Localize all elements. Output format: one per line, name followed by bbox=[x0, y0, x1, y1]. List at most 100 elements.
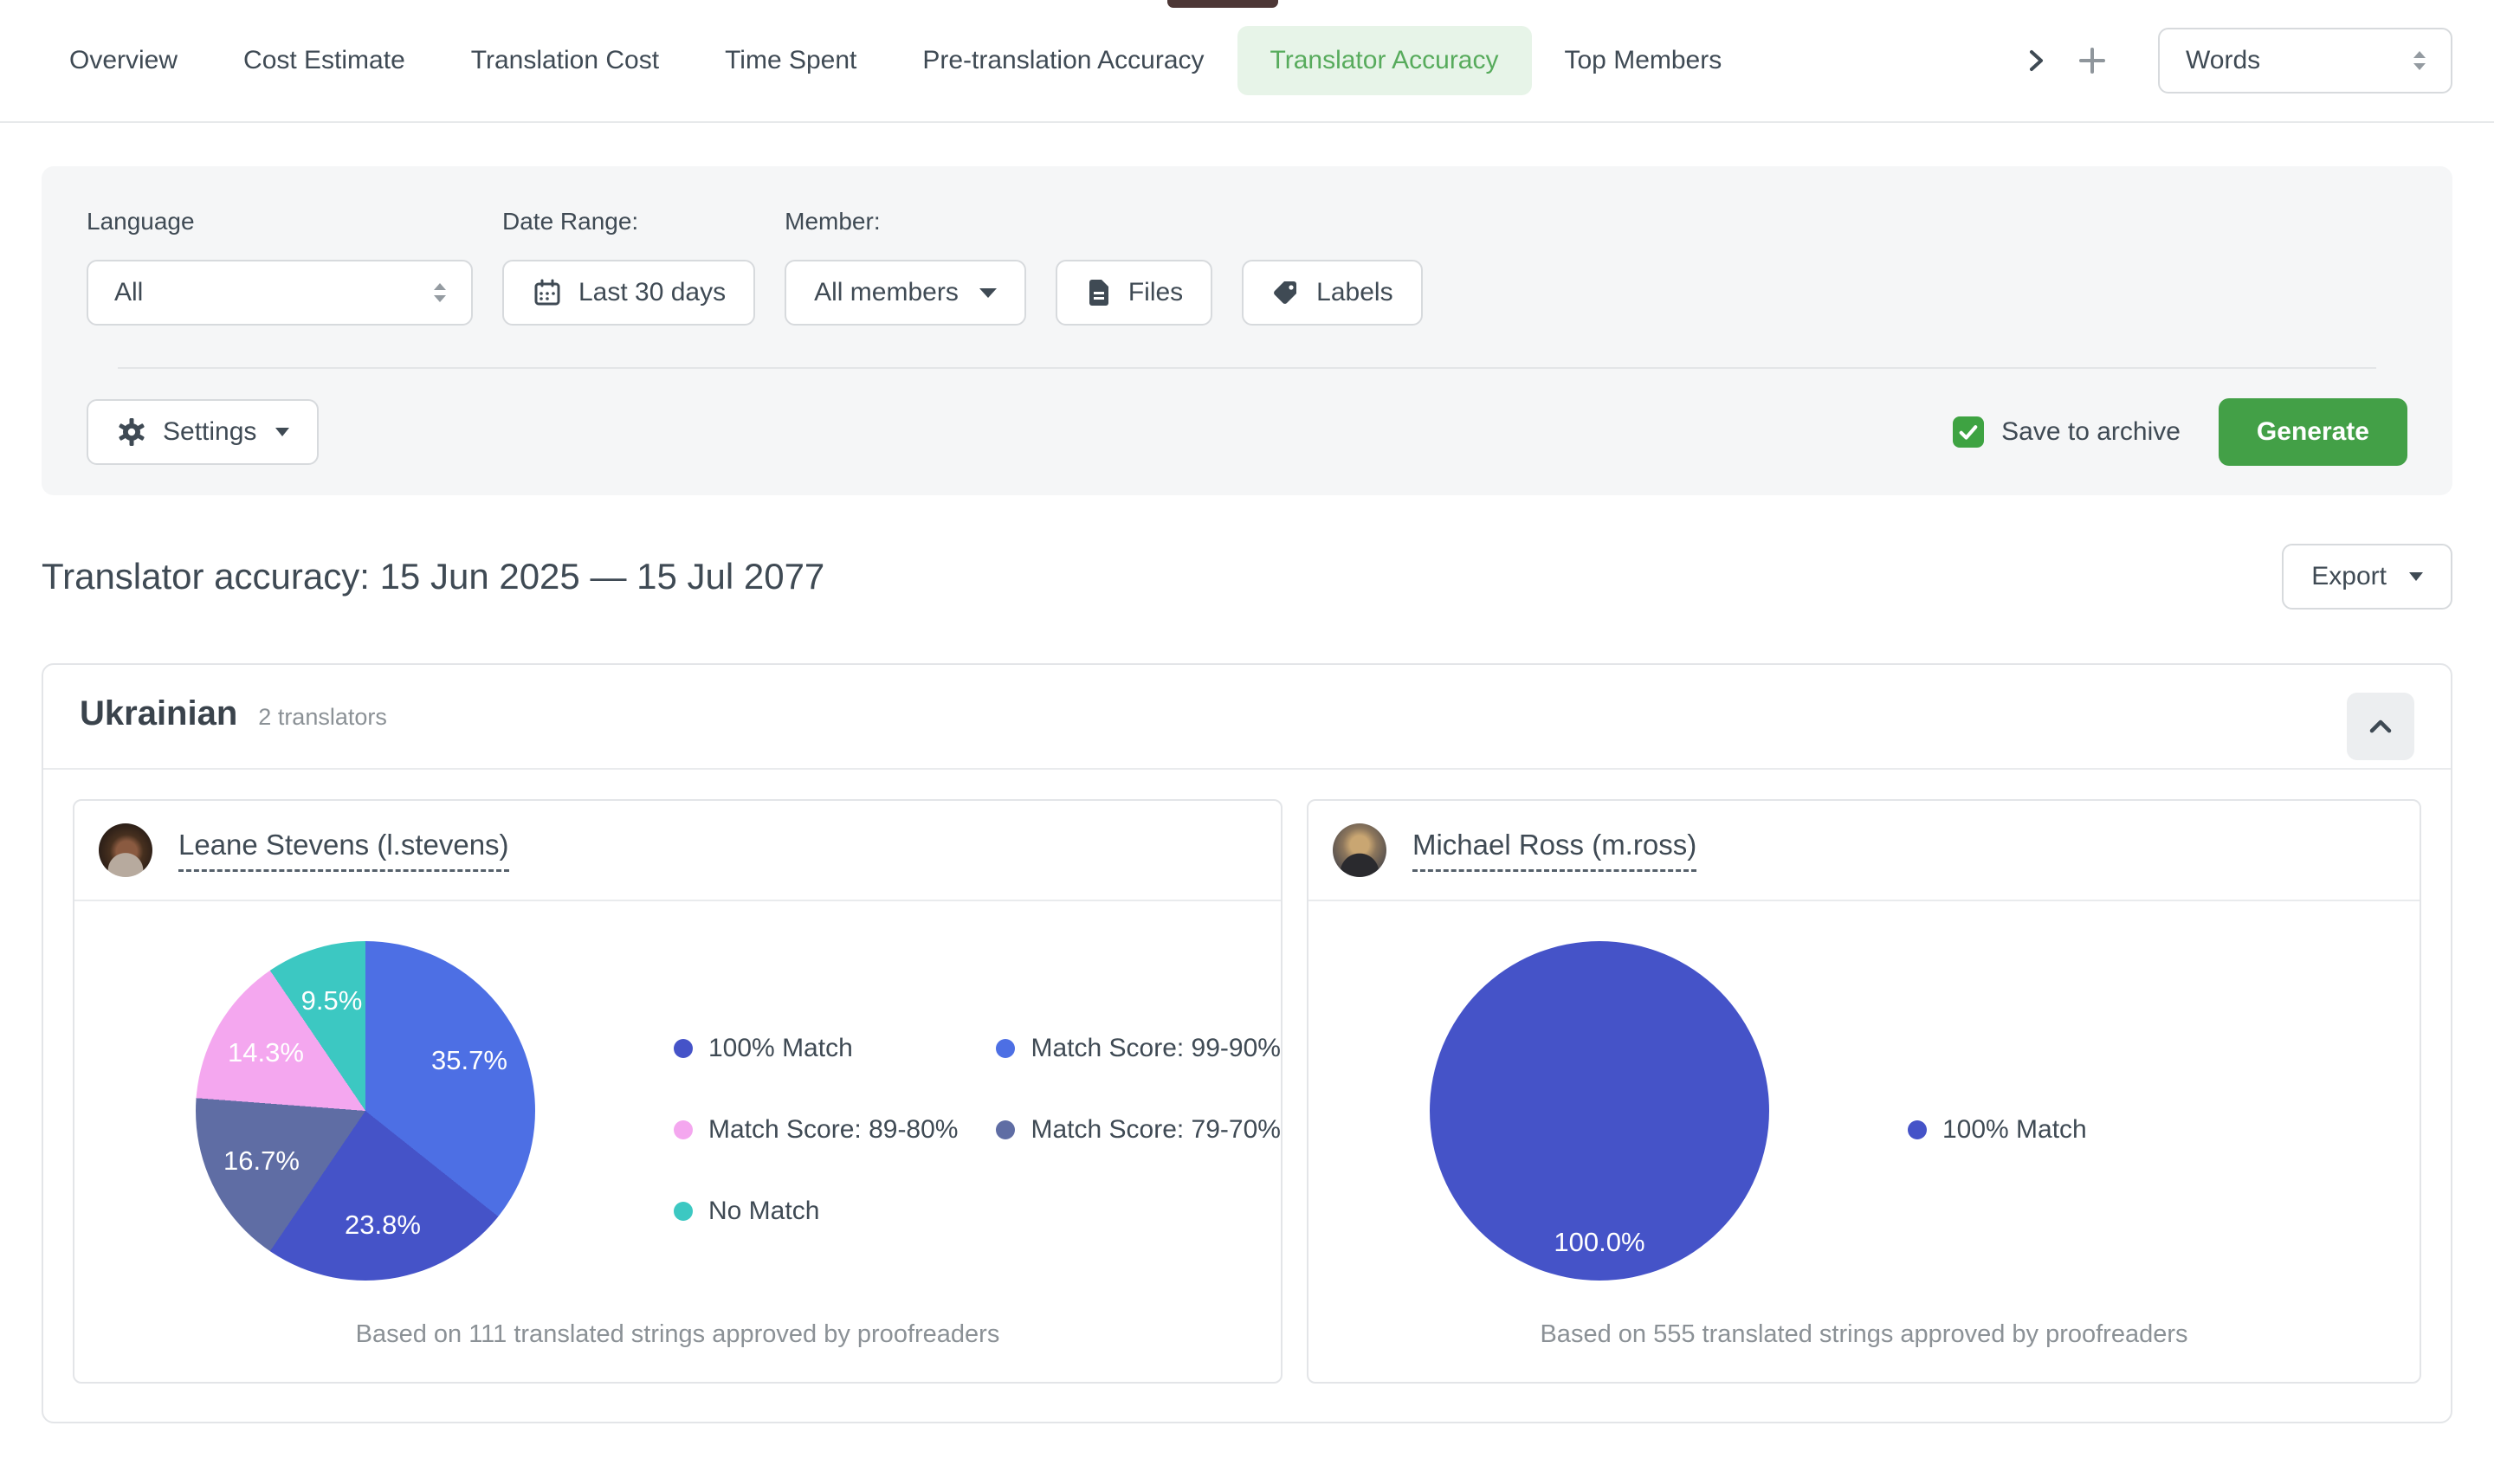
translator-name-link[interactable]: Michael Ross (m.ross) bbox=[1412, 829, 1696, 872]
pie-slice-label: 23.8% bbox=[345, 1210, 421, 1241]
pie-slice-label: 100.0% bbox=[1554, 1227, 1644, 1258]
tab-translation-cost[interactable]: Translation Cost bbox=[438, 26, 692, 95]
member-filter: Member: All members bbox=[785, 208, 1026, 326]
language-section-header: Ukrainian 2 translators bbox=[43, 665, 2451, 770]
translator-card-header: Leane Stevens (l.stevens) bbox=[74, 801, 1281, 901]
calendar-icon bbox=[532, 277, 563, 308]
pie-slice-label: 35.7% bbox=[431, 1045, 507, 1076]
unit-select[interactable]: Words bbox=[2158, 28, 2452, 94]
legend-dot-icon bbox=[674, 1120, 693, 1139]
translator-card-header: Michael Ross (m.ross) bbox=[1308, 801, 2420, 901]
report-header: Translator accuracy: 15 Jun 2025 — 15 Ju… bbox=[42, 544, 2452, 610]
translator-name-link[interactable]: Leane Stevens (l.stevens) bbox=[178, 829, 509, 872]
legend-label: Match Score: 79-70% bbox=[1031, 1115, 1280, 1145]
legend-item: 100% Match bbox=[1908, 1115, 2087, 1145]
check-icon bbox=[1956, 420, 1980, 444]
files-filter: Files bbox=[1056, 208, 1212, 326]
member-label: Member: bbox=[785, 208, 1026, 236]
pie-slice-label: 16.7% bbox=[223, 1145, 300, 1177]
language-select[interactable]: All bbox=[87, 260, 473, 326]
chart-footnote: Based on 555 translated strings approved… bbox=[1308, 1320, 2420, 1382]
language-filter: Language All bbox=[87, 208, 473, 326]
tag-icon bbox=[1271, 278, 1301, 307]
panel-actions-row: Settings Save to archive Generate bbox=[87, 398, 2407, 466]
legend-label: No Match bbox=[708, 1197, 819, 1226]
tab-top-members[interactable]: Top Members bbox=[1532, 26, 1755, 95]
sort-carets-icon bbox=[2409, 48, 2430, 74]
save-to-archive-label: Save to archive bbox=[2001, 417, 2181, 447]
settings-button-label: Settings bbox=[163, 417, 256, 447]
date-range-value: Last 30 days bbox=[578, 278, 726, 307]
file-icon bbox=[1085, 278, 1113, 307]
language-label: Language bbox=[87, 208, 473, 236]
language-select-value: All bbox=[114, 278, 143, 307]
legend-item: Match Score: 89-80% bbox=[674, 1115, 958, 1145]
translators-count: 2 translators bbox=[258, 704, 387, 731]
legend-dot-icon bbox=[674, 1202, 693, 1221]
legend-dot-icon bbox=[996, 1120, 1015, 1139]
tab-overview[interactable]: Overview bbox=[36, 26, 210, 95]
caret-down-icon bbox=[275, 428, 289, 436]
labels-filter: Labels bbox=[1242, 208, 1422, 326]
translator-card: Michael Ross (m.ross) 100.0% 100% Match … bbox=[1307, 799, 2421, 1384]
pie-chart[interactable]: 100.0% bbox=[1430, 941, 1769, 1281]
legend-item: No Match bbox=[674, 1197, 958, 1226]
legend-item: Match Score: 99-90% bbox=[996, 1034, 1280, 1063]
chart-footnote: Based on 111 translated strings approved… bbox=[74, 1320, 1281, 1382]
tab-time-spent[interactable]: Time Spent bbox=[692, 26, 889, 95]
labels-button-label: Labels bbox=[1316, 278, 1392, 307]
legend-dot-icon bbox=[674, 1039, 693, 1058]
plus-icon bbox=[2075, 43, 2110, 78]
member-dropdown[interactable]: All members bbox=[785, 260, 1026, 326]
language-section-ukrainian: Ukrainian 2 translators Leane Stevens (l… bbox=[42, 663, 2452, 1423]
chart-row: 35.7% 23.8% 16.7% 14.3% 9.5% 100% Match Match… bbox=[196, 941, 1281, 1281]
legend-item: Match Score: 79-70% bbox=[996, 1115, 1280, 1145]
collapse-section-button[interactable] bbox=[2347, 693, 2414, 760]
page-title: Translator accuracy: 15 Jun 2025 — 15 Ju… bbox=[42, 556, 824, 597]
report-filter-panel: Language All Date Range: bbox=[42, 166, 2452, 495]
settings-button[interactable]: Settings bbox=[87, 399, 319, 465]
labels-button[interactable]: Labels bbox=[1242, 260, 1422, 326]
window-accent-bar bbox=[1167, 0, 1278, 8]
export-button[interactable]: Export bbox=[2282, 544, 2452, 610]
legend-dot-icon bbox=[996, 1039, 1015, 1058]
add-report-button[interactable] bbox=[2063, 35, 2122, 87]
tab-pre-translation-accuracy[interactable]: Pre-translation Accuracy bbox=[889, 26, 1237, 95]
generate-controls: Save to archive Generate bbox=[1953, 398, 2407, 466]
pie-slice-label: 14.3% bbox=[228, 1037, 304, 1068]
report-tab-bar: OverviewCost EstimateTranslation CostTim… bbox=[0, 0, 2494, 123]
avatar bbox=[1333, 823, 1386, 877]
tab-tools: Words bbox=[2009, 28, 2452, 94]
tabs-overflow-button[interactable] bbox=[2009, 37, 2063, 84]
unit-select-value: Words bbox=[2186, 46, 2260, 75]
tab-cost-estimate[interactable]: Cost Estimate bbox=[210, 26, 438, 95]
member-dropdown-value: All members bbox=[814, 278, 959, 307]
filters-row: Language All Date Range: bbox=[87, 208, 2407, 326]
reports-page: OverviewCost EstimateTranslation CostTim… bbox=[0, 0, 2494, 1484]
save-to-archive-checkbox[interactable] bbox=[1953, 416, 1984, 448]
date-range-filter: Date Range: Last 30 days bbox=[502, 208, 755, 326]
tab-translator-accuracy[interactable]: Translator Accuracy bbox=[1237, 26, 1532, 95]
pie-slice-label: 9.5% bbox=[301, 985, 363, 1016]
panel-divider bbox=[118, 367, 2376, 369]
legend-label: 100% Match bbox=[708, 1034, 853, 1063]
date-range-button[interactable]: Last 30 days bbox=[502, 260, 755, 326]
gear-icon bbox=[116, 416, 147, 448]
caret-down-icon bbox=[2409, 572, 2423, 581]
translator-card: Leane Stevens (l.stevens) 35.7% 23.8% 16.7… bbox=[73, 799, 1283, 1384]
pie-legend: 100% Match bbox=[1908, 1115, 2125, 1145]
language-section-body: Leane Stevens (l.stevens) 35.7% 23.8% 16.7… bbox=[43, 770, 2451, 1422]
sort-carets-icon bbox=[430, 280, 450, 306]
report-tabs: OverviewCost EstimateTranslation CostTim… bbox=[36, 26, 1754, 95]
legend-label: Match Score: 99-90% bbox=[1031, 1034, 1280, 1063]
legend-label: Match Score: 89-80% bbox=[708, 1115, 958, 1145]
generate-button[interactable]: Generate bbox=[2219, 398, 2407, 466]
chevron-right-icon bbox=[2021, 46, 2051, 75]
avatar bbox=[99, 823, 152, 877]
legend-label: 100% Match bbox=[1942, 1115, 2087, 1145]
legend-dot-icon bbox=[1908, 1120, 1927, 1139]
files-button-label: Files bbox=[1128, 278, 1183, 307]
pie-legend: 100% Match Match Score: 99-90% Match Score… bbox=[674, 1034, 1281, 1226]
pie-chart[interactable]: 35.7% 23.8% 16.7% 14.3% 9.5% bbox=[196, 941, 535, 1281]
files-button[interactable]: Files bbox=[1056, 260, 1212, 326]
